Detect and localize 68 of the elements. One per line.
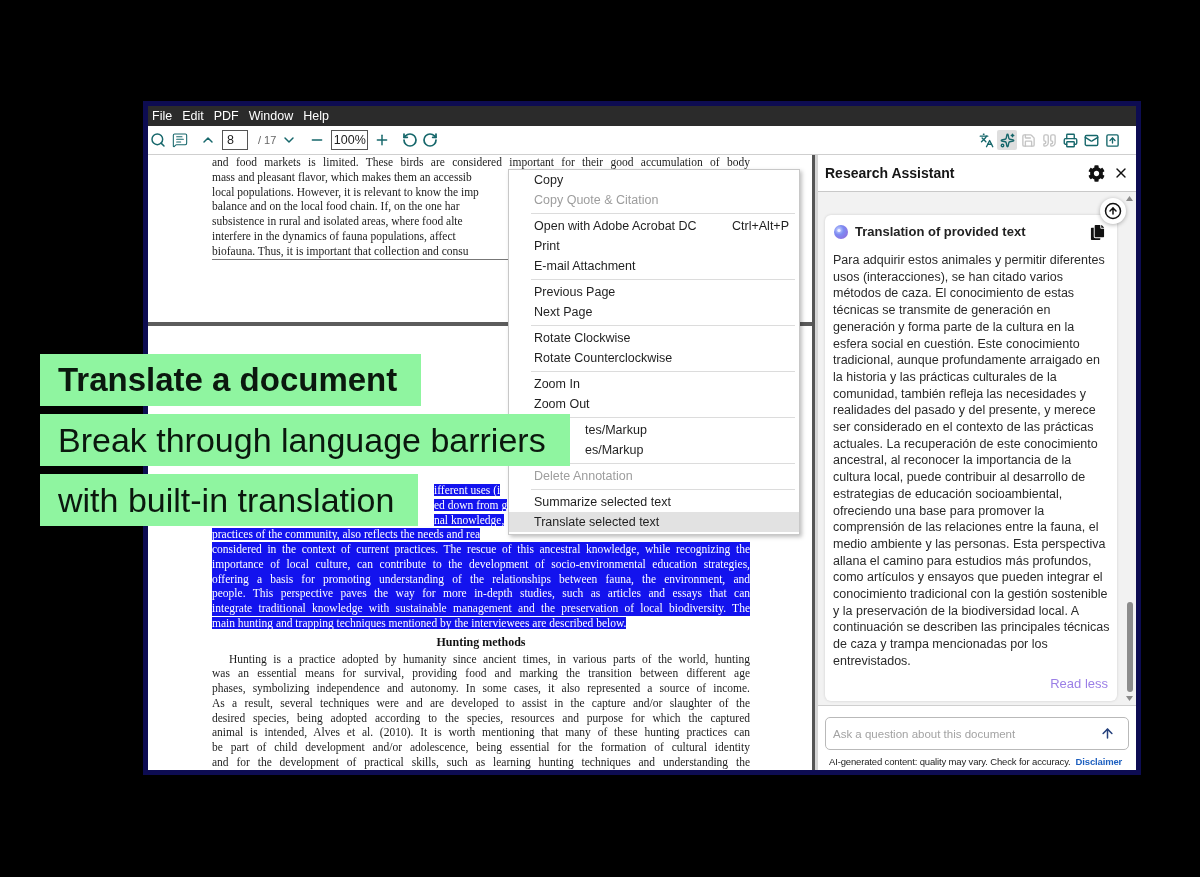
menu-item[interactable]: Print [509,236,799,256]
printer-icon [1062,132,1078,148]
arrow-up-circle-icon [1104,202,1122,220]
document-text-line: and for the development of practical skills, such as learning hunting techniques and understanding the [212,754,750,770]
zoom-input[interactable]: 100% [331,130,369,150]
scroll-down-icon[interactable] [1126,696,1133,701]
menu-bar-item[interactable]: File [152,106,173,126]
menu-item[interactable]: Previous Page [509,282,799,302]
page-count-text: / 17 [258,132,277,148]
rotate-left-icon[interactable] [402,132,419,148]
menu-bar-item[interactable]: Window [248,106,294,126]
menu-item[interactable]: Zoom Out [509,394,799,414]
copy-icon[interactable] [1090,224,1105,240]
scroll-up-icon[interactable] [1126,196,1133,201]
menu-item[interactable]: Next Page [509,302,799,322]
menu-item[interactable]: Translate selected text [509,512,799,532]
sparkle-icon [999,132,1015,148]
mail-icon [1083,132,1099,148]
save-icon [1020,132,1036,148]
toolbar-button[interactable] [997,130,1017,150]
menu-item[interactable]: Zoom In [509,374,799,394]
translate-icon [978,132,994,148]
menu-item[interactable]: Open with Adobe Acrobat DC Ctrl+Alt+P [509,216,799,236]
menu-bar-item[interactable]: Help [303,106,329,126]
translated-text: Para adquirir estos animales y permitir diferentes usos (interacciones), se han citado varios métodos de caza. El conocimiento de estas técnicas se transmite de generación en generación y forma parte de la cultura en la esfera social en cuestión. Este conocimiento tradicional, aunque profundamente arraigado en la historia y las prácticas culturales de la comunidad, también refleja las necesidades y realidades del pasado y del presente, y merece ser considerado en el contexto de las prácticas actuales. La recuperación de este conocimiento ancestral, al reconocer la importancia de la cultura local, puede contribuir al desarrollo de estrategias de educación socioambiental, ofreciendo una base para promover la comprensión de las relaciones entre la fauna, el medio ambiente y las personas. Esta perspectiva allana el camino para estudios más profundos, como artículos y ensayos que pueden integrar el conocimiento tradicional con la gestión sostenible y la preservación de la biodiversidad local. A continuación se describen las principales técnicas de caza y trampa mencionadas por los entrevistados. [833,252,1110,670]
settings-icon[interactable] [1088,164,1105,182]
panel-title: Research Assistant [825,163,955,183]
document-text-line: interfere in the dynamics of fauna populations, affect [212,229,456,242]
document-text-line: was an essential means for survival, providing food and marking the transition between different age [212,666,750,681]
quote-icon [1041,132,1057,148]
subtitle-banner: Break through language barriers [40,414,570,466]
shortcut-text: Ctrl+Alt+P [732,217,789,235]
rotate-right-icon[interactable] [422,132,439,148]
comment-icon[interactable] [172,132,188,148]
document-text-line: local populations. However, it is relevant to know the imp [212,185,479,198]
document-text-line: mass and pleasant flavor, which makes them an accessib [212,170,472,183]
card-title: Translation of provided text [855,223,1026,242]
export-icon [1104,132,1120,148]
document-text-line: be part of child development and/or adolescence, being essential for the formation of cultural identity [212,740,750,755]
menu-item[interactable]: Summarize selected text [509,492,799,512]
scroll-top-button[interactable] [1100,198,1126,224]
document-text-line: Hunting is a practice adopted by humanity since ancient times, in various parts of the world, hunting [228,651,750,667]
menu-item[interactable]: E-mail Attachment [509,256,799,276]
document-text-line: biofauna. Thus, it is important that collection and consu [212,244,469,257]
menu-bar-item[interactable]: PDF [213,106,239,126]
document-text-line: As a result, several techniques were and are developed to assist in the capture and/or slaughter of the [212,695,750,711]
menu-item[interactable]: tes/Markup [585,420,647,440]
headline-banner: Translate a document [40,354,422,406]
menu-item[interactable]: Rotate Clockwise [509,328,799,348]
document-text-line: balance and on the local food chain. If, on the one har [212,200,460,213]
disclaimer-link[interactable]: Disclaimer [1075,755,1123,768]
ai-notice-text: AI-generated content: quality may vary. Check for accuracy. [829,755,1071,768]
menu-item[interactable]: Rotate Counterclockwise [509,348,799,368]
document-text-line: desired species, being adopted according to the species, resources and purpose for which the captured [212,710,750,726]
subtitle-banner: with built-in translation [40,474,419,526]
menu-bar-item[interactable]: Edit [182,106,204,126]
page-number-input[interactable]: 8 [222,130,248,150]
menu-item[interactable]: es/Markup [585,440,644,460]
document-text-line: phases, symbolizing independence and autonomy. In some cases, it also represented a source of income. [212,681,750,696]
document-text-line: subsistence in rural and isolated areas, where food alte [212,215,463,227]
menu-item[interactable]: Copy [509,170,799,190]
document-text-line: and food markets is limited. These birds are considered important for their good accumulation of body [212,155,750,170]
search-icon[interactable] [150,132,166,148]
document-text-line: animal is intended, Alves et al. (2010). It is worth mentioning that many of these hunting practices can [212,725,750,740]
section-heading: Hunting methods [436,634,526,649]
scrollbar-thumb[interactable] [1126,602,1133,692]
question-input[interactable]: Ask a question about this document [825,717,1129,750]
orb-icon [834,225,848,239]
